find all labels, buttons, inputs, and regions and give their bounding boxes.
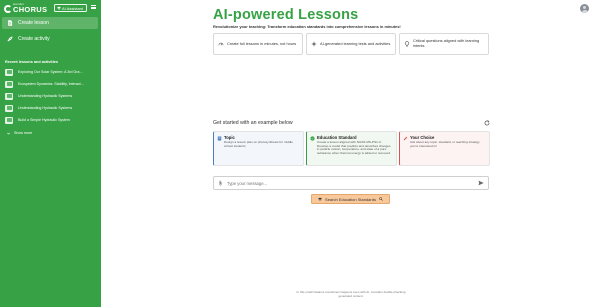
example-card-choice[interactable]: Your Choice Ask about any topic, standar… [399,131,490,166]
logo-c-icon [4,5,12,13]
feature-card: Critical questions aligned with learning… [399,33,489,55]
nav-create-activity-label: Create activity [18,36,50,42]
search-icon [379,197,383,201]
recent-item[interactable]: Exploring Our Solar System: A 3rd Gra… [5,68,99,76]
page-title: AI-powered Lessons [213,7,359,23]
nav-create-activity[interactable]: Create activity [2,33,98,45]
pencil-icon [403,136,408,140]
feature-card: Create full lessons in minutes, not hour… [213,33,303,55]
feature-text: Critical questions aligned with learning… [413,38,480,48]
lesson-thumbnail [5,92,13,100]
feature-text: Create full lessons in minutes, not hour… [227,40,297,46]
recent-item[interactable]: Build a Simple Hydraulic System [5,116,99,124]
rocket-icon [7,36,13,42]
recent-item[interactable]: Understanding Hydraulic Systems [5,104,99,112]
card-description: Design a lesson plan on photosynthesis f… [224,140,293,148]
graduation-cap-icon [318,197,323,201]
search-standards-button[interactable]: Search Education Standards [311,194,390,204]
lesson-thumbnail [5,68,13,76]
speedometer-icon [218,42,224,46]
show-more-label: Show more [14,131,33,135]
feature-card: AI-generated learning tests and activiti… [306,33,396,55]
message-composer [213,176,489,190]
example-card-topic[interactable]: Topic Design a lesson plan on photosynth… [213,131,304,166]
search-standards-label: Search Education Standards [325,196,376,202]
feature-text: AI-generated learning tests and activiti… [320,40,391,46]
ai-assistant-button[interactable]: AI Assistant [54,4,87,12]
recent-item[interactable]: Ecosystem Dynamics: Stability, Interact… [5,80,99,88]
main-content: AI-powered Lessons Revolutionize your te… [101,0,600,307]
graduation-cap-icon [57,6,61,10]
example-card-standard[interactable]: Education Standard Create a lesson align… [306,131,397,166]
recent-title: Recent lessons and activities [5,60,58,64]
ai-assistant-label: AI Assistant [62,5,83,11]
lesson-thumbnail [5,80,13,88]
chorus-logo[interactable]: wonder CHORUS [4,3,48,14]
recent-item-label: Build a Simple Hydraulic System [18,118,70,122]
page-subtitle: Revolutionize your teaching: Transform e… [213,24,401,29]
refresh-icon[interactable] [484,120,490,126]
nav-create-lesson-label: Create lesson [18,20,49,26]
book-icon [217,136,222,140]
brand-name: CHORUS [13,5,48,14]
show-more-button[interactable]: Show more [7,131,32,135]
lesson-thumbnail [5,116,13,124]
recent-item-label: Understanding Hydraulic Systems [18,94,73,98]
message-input[interactable] [227,178,478,188]
chevron-down-icon [7,132,10,135]
recent-item[interactable]: Understanding Hydraulic Systems [5,92,99,100]
recent-item-label: Ecosystem Dynamics: Stability, Interact… [18,82,85,86]
lightbulb-icon [404,41,410,47]
card-description: Create a lesson aligned with NGSS MS-PS1… [317,140,391,156]
send-icon[interactable] [478,180,484,186]
check-circle-icon [310,135,315,141]
sparkle-icon [311,41,317,47]
recent-item-label: Exploring Our Solar System: A 3rd Gra… [18,70,84,74]
sidebar: wonder CHORUS AI Assistant Create lesson… [0,0,101,307]
examples-heading: Get started with an example below [213,120,293,126]
lesson-thumbnail [5,104,13,112]
disclaimer-text: In this small instance sometimes happens… [296,290,406,298]
nav-create-lesson[interactable]: Create lesson [2,17,98,29]
card-description: Ask about any topic, standard, or teachi… [410,140,480,148]
avatar[interactable] [580,4,589,13]
page-subtitle-text: Revolutionize your teaching: Transform e… [213,24,401,29]
recent-item-label: Understanding Hydraulic Systems [18,106,73,110]
hamburger-menu-icon[interactable] [91,5,96,10]
document-icon [8,20,13,26]
paperclip-icon[interactable] [218,180,223,186]
